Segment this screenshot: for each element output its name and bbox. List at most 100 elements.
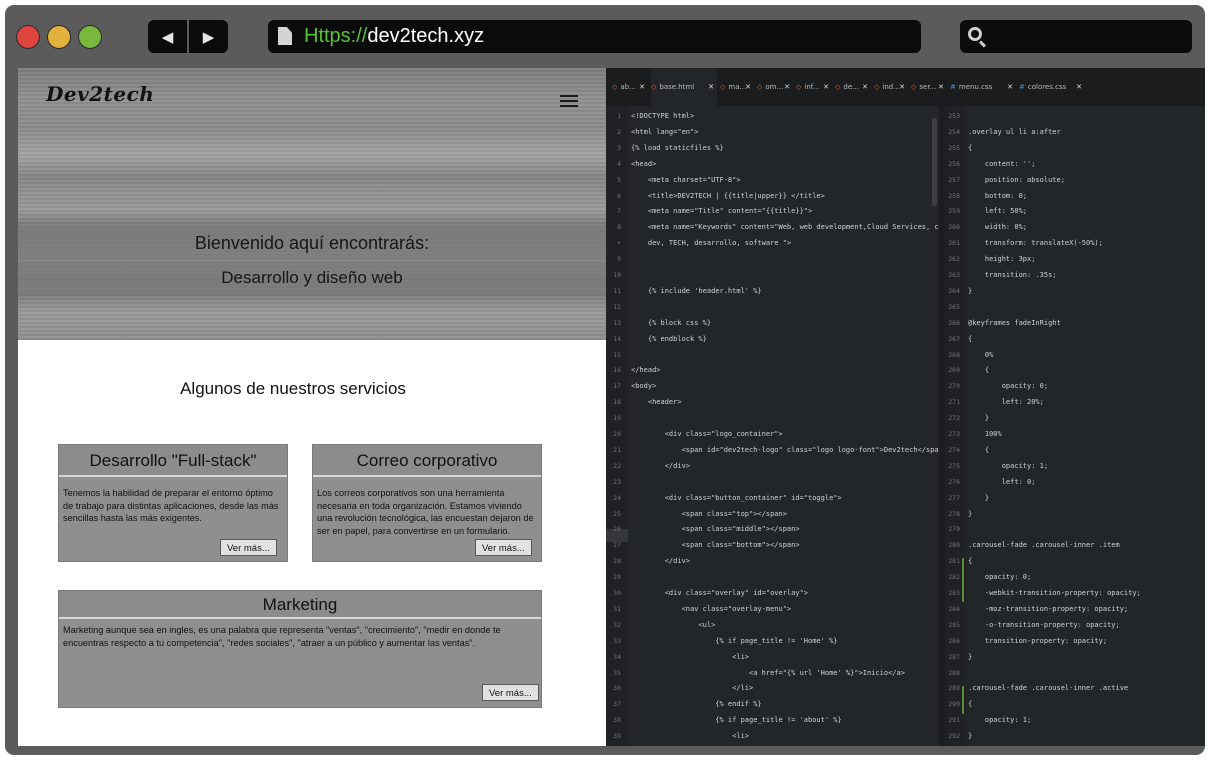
code-line[interactable]: <span id="dev2tech-logo" class="logo log… xyxy=(631,446,948,454)
code-line[interactable]: position: absolute; xyxy=(968,176,1065,184)
code-line[interactable]: } xyxy=(968,287,972,295)
close-tab-icon[interactable]: ✕ xyxy=(784,68,790,106)
code-line[interactable]: </div> xyxy=(631,462,690,470)
code-line[interactable]: } xyxy=(968,494,989,502)
editor-tab[interactable]: ◇ om... ✕ xyxy=(757,68,793,106)
code-line[interactable]: left: 0; xyxy=(968,478,1036,486)
code-line[interactable]: opacity: 1; xyxy=(968,462,1048,470)
close-tab-icon[interactable]: ✕ xyxy=(1076,68,1082,106)
see-more-button[interactable]: Ver más... xyxy=(482,684,539,701)
code-line[interactable]: <div class="logo_container"> xyxy=(631,430,783,438)
code-line[interactable]: opacity: 1; xyxy=(968,716,1031,724)
code-line[interactable]: width: 0%; xyxy=(968,223,1027,231)
close-tab-icon[interactable]: ✕ xyxy=(938,68,944,106)
code-line[interactable]: { xyxy=(968,557,972,565)
address-bar[interactable]: Https://dev2tech.xyz xyxy=(268,20,921,53)
code-line[interactable]: opacity: 0; xyxy=(968,382,1048,390)
code-line[interactable]: bottom: 0; xyxy=(968,192,1027,200)
code-line[interactable]: {% if page_title != 'Home' %} xyxy=(631,637,837,645)
code-line[interactable]: transition: .35s; xyxy=(968,271,1057,279)
hamburger-menu-icon[interactable] xyxy=(560,95,578,107)
forward-button[interactable]: ▶ xyxy=(189,20,228,53)
code-line[interactable]: content: ''; xyxy=(968,160,1036,168)
code-line[interactable]: .carousel-fade .carousel-inner .active xyxy=(968,684,1128,692)
close-tab-icon[interactable]: ✕ xyxy=(745,68,751,106)
scrollbar-thumb[interactable] xyxy=(932,118,937,206)
code-line[interactable]: { xyxy=(968,446,989,454)
code-line[interactable]: <!DOCTYPE html> xyxy=(631,112,694,120)
see-more-button[interactable]: Ver más... xyxy=(475,539,532,556)
code-line[interactable]: <span class="top"></span> xyxy=(631,510,787,518)
close-tab-icon[interactable]: ✕ xyxy=(823,68,829,106)
code-line[interactable]: 100% xyxy=(968,430,1002,438)
code-line[interactable]: } xyxy=(968,732,972,740)
code-line[interactable]: left: 20%; xyxy=(968,398,1044,406)
code-line[interactable]: <li> xyxy=(631,732,749,740)
code-line[interactable]: -moz-transition-property: opacity; xyxy=(968,605,1128,613)
code-line[interactable]: <head> xyxy=(631,160,656,168)
code-line[interactable]: { xyxy=(968,335,972,343)
close-tab-icon[interactable]: ✕ xyxy=(862,68,868,106)
code-line[interactable]: .overlay ul li a:after xyxy=(968,128,1061,136)
code-line[interactable]: <title>DEV2TECH | {{title|upper}} </titl… xyxy=(631,192,825,200)
code-line[interactable]: <div class="button_container" id="toggle… xyxy=(631,494,842,502)
code-line[interactable]: -webkit-transition-property: opacity; xyxy=(968,589,1141,597)
code-line[interactable]: transition-property: opacity; xyxy=(968,637,1107,645)
code-line[interactable]: <nav class="overlay-menu"> xyxy=(631,605,792,613)
code-line[interactable]: <ul> xyxy=(631,621,715,629)
editor-tab[interactable]: ◇ ind... ✕ xyxy=(874,68,908,106)
editor-tab[interactable]: ◇ ma... ✕ xyxy=(720,68,754,106)
code-line[interactable]: <header> xyxy=(631,398,682,406)
code-line[interactable]: <div class="overlay" id="overlay"> xyxy=(631,589,808,597)
code-line[interactable]: {% if page_title != 'about' %} xyxy=(631,716,841,724)
code-line[interactable]: </head> xyxy=(631,366,661,374)
code-line[interactable]: <body> xyxy=(631,382,656,390)
code-line[interactable]: <a href="{% url 'Home' %}">Inicio</a> xyxy=(631,669,905,677)
editor-tab[interactable]: ◇ base.html ✕ xyxy=(651,68,717,106)
minimize-window-button[interactable] xyxy=(47,25,71,49)
code-line[interactable]: </div> xyxy=(631,557,690,565)
code-line[interactable]: { xyxy=(968,144,972,152)
code-line[interactable]: -o-transition-property: opacity; xyxy=(968,621,1120,629)
maximize-window-button[interactable] xyxy=(78,25,102,49)
search-bar[interactable] xyxy=(960,20,1192,53)
editor-tab[interactable]: ◇ de... ✕ xyxy=(835,68,871,106)
code-line[interactable]: { xyxy=(968,366,989,374)
code-line[interactable]: opacity: 0; xyxy=(968,573,1031,581)
code-line[interactable]: @keyframes fadeInRight xyxy=(968,319,1061,327)
code-line[interactable]: .carousel-fade .carousel-inner .item xyxy=(968,541,1120,549)
code-line[interactable]: </li> xyxy=(631,684,753,692)
code-line[interactable]: <meta charset="UTF-8"> xyxy=(631,176,741,184)
see-more-button[interactable]: Ver más... xyxy=(220,539,277,556)
code-line[interactable]: {% include 'header.html' %} xyxy=(631,287,762,295)
code-line[interactable]: <meta name="Keywords" content="Web, web … xyxy=(631,223,960,231)
code-line[interactable]: <span class="middle"></span> xyxy=(631,525,800,533)
code-line[interactable]: transform: translateX(-50%); xyxy=(968,239,1103,247)
code-line[interactable]: <span class="bottom"></span> xyxy=(631,541,800,549)
editor-tab[interactable]: ◇ inf... ✕ xyxy=(796,68,832,106)
code-line[interactable]: height: 3px; xyxy=(968,255,1036,263)
editor-tab[interactable]: ◇ ab... ✕ xyxy=(612,68,648,106)
close-tab-icon[interactable]: ✕ xyxy=(639,68,645,106)
code-line[interactable]: dev, TECH, desarrollo, software "> xyxy=(631,239,791,247)
code-line[interactable]: <html lang="en"> xyxy=(631,128,698,136)
close-tab-icon[interactable]: ✕ xyxy=(1007,68,1013,106)
code-line[interactable]: {% load staticfiles %} xyxy=(631,144,724,152)
code-line[interactable]: <meta name="Title" content="{{title}}"> xyxy=(631,207,812,215)
editor-tab[interactable]: # colores.css ✕ xyxy=(1019,68,1085,106)
code-line[interactable]: <li> xyxy=(631,653,749,661)
back-button[interactable]: ◀ xyxy=(148,20,187,53)
close-tab-icon[interactable]: ✕ xyxy=(899,68,905,106)
site-logo[interactable]: Dev2tech xyxy=(46,82,154,106)
editor-pane-css[interactable]: 253 254 255 256 257 258 259 260 261 262 263 264 265 2… xyxy=(945,106,1205,746)
editor-pane-html[interactable]: 1 2 3 4 5 6 7 8 • 9 10 11 12 13 14 15 16 17 18 19 20 21 22 23 24… xyxy=(606,106,960,746)
close-window-button[interactable] xyxy=(16,25,40,49)
code-line[interactable]: {% endif %} xyxy=(631,700,761,708)
code-line[interactable]: } xyxy=(968,510,972,518)
code-line[interactable]: {% endblock %} xyxy=(631,335,707,343)
code-line[interactable]: } xyxy=(968,414,989,422)
close-tab-icon[interactable]: ✕ xyxy=(708,68,714,106)
editor-tab[interactable]: # menu.css ✕ xyxy=(950,68,1016,106)
editor-tab[interactable]: ◇ ser... ✕ xyxy=(911,68,947,106)
url-text[interactable]: Https://dev2tech.xyz xyxy=(304,25,484,48)
